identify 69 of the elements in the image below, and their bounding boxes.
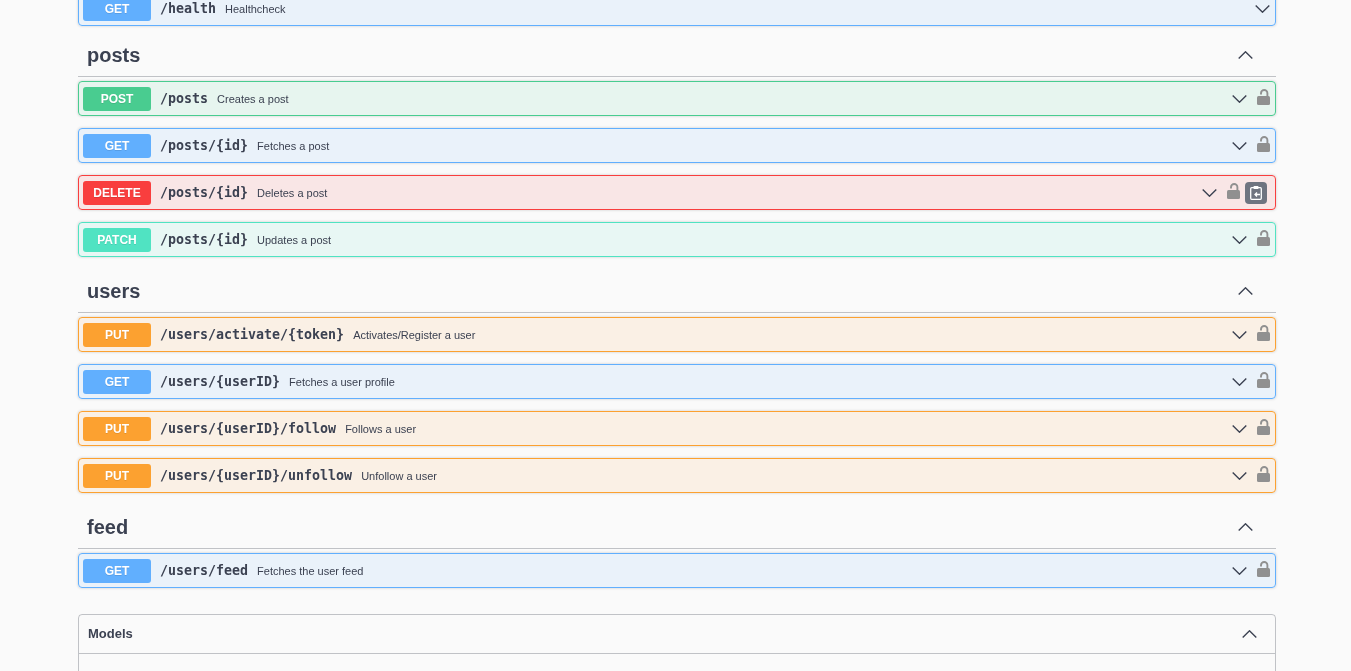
- endpoint-summary: Fetches a user profile: [289, 374, 395, 389]
- chevron-up-icon[interactable]: [1238, 522, 1253, 531]
- method-badge: GET: [83, 133, 151, 158]
- padlock-icon[interactable]: [1257, 229, 1270, 246]
- endpoint-summary: Unfollow a user: [361, 468, 437, 483]
- endpoint-path: /posts/{id}: [160, 184, 249, 201]
- models-title: Models: [88, 625, 133, 644]
- method-badge: POST: [83, 86, 151, 111]
- endpoint-row[interactable]: POST /posts Creates a post: [78, 81, 1276, 116]
- chevron-down-icon[interactable]: [1202, 188, 1217, 197]
- method-badge: DELETE: [83, 180, 151, 205]
- endpoint-row[interactable]: DELETE /posts/{id} Deletes a post: [78, 175, 1276, 210]
- endpoint-summary: Activates/Register a user: [353, 327, 476, 342]
- section-title: users: [87, 278, 141, 303]
- padlock-icon[interactable]: [1257, 371, 1270, 388]
- endpoint-summary: Deletes a post: [257, 185, 328, 200]
- padlock-icon[interactable]: [1257, 324, 1270, 341]
- method-badge: PUT: [83, 463, 151, 488]
- endpoint-path: /posts: [160, 90, 209, 107]
- endpoint-row[interactable]: PATCH /posts/{id} Updates a post: [78, 222, 1276, 257]
- endpoint-summary: Fetches a post: [257, 138, 330, 153]
- endpoint-summary: Follows a user: [345, 421, 417, 436]
- endpoint-summary: Creates a post: [217, 91, 289, 106]
- method-badge: PUT: [83, 416, 151, 441]
- endpoint-row[interactable]: GET /posts/{id} Fetches a post: [78, 128, 1276, 163]
- padlock-icon[interactable]: [1257, 88, 1270, 105]
- endpoint-row[interactable]: GET /users/feed Fetches the user feed: [78, 553, 1276, 588]
- chevron-up-icon[interactable]: [1242, 630, 1257, 638]
- chevron-down-icon[interactable]: [1232, 377, 1247, 386]
- endpoint-path: /users/{userID}: [160, 373, 281, 390]
- copy-button[interactable]: [1245, 181, 1267, 204]
- chevron-down-icon[interactable]: [1255, 4, 1270, 13]
- endpoint-path: /users/feed: [160, 562, 249, 579]
- endpoint-path: /posts/{id}: [160, 231, 249, 248]
- endpoint-summary: Fetches the user feed: [257, 563, 364, 578]
- padlock-icon[interactable]: [1257, 560, 1270, 577]
- clipboard-icon: [1250, 185, 1262, 200]
- section-title: feed: [87, 514, 129, 539]
- endpoint-path: /health: [160, 0, 217, 17]
- endpoint-row[interactable]: GET /health Healthcheck: [78, 0, 1276, 26]
- chevron-down-icon[interactable]: [1232, 424, 1247, 433]
- chevron-down-icon[interactable]: [1232, 235, 1247, 244]
- padlock-icon[interactable]: [1257, 465, 1270, 482]
- method-badge: GET: [83, 558, 151, 583]
- endpoint-row[interactable]: GET /users/{userID} Fetches a user profile: [78, 364, 1276, 399]
- chevron-up-icon[interactable]: [1238, 286, 1253, 295]
- endpoint-path: /posts/{id}: [160, 137, 249, 154]
- endpoint-path: /users/{userID}/unfollow: [160, 467, 353, 484]
- endpoint-row[interactable]: PUT /users/{userID}/follow Follows a user: [78, 411, 1276, 446]
- chevron-down-icon[interactable]: [1232, 566, 1247, 575]
- endpoint-path: /users/{userID}/follow: [160, 420, 337, 437]
- chevron-down-icon[interactable]: [1232, 330, 1247, 339]
- section-title: posts: [87, 42, 141, 67]
- method-badge: PUT: [83, 322, 151, 347]
- method-badge: PATCH: [83, 227, 151, 252]
- padlock-icon[interactable]: [1227, 182, 1240, 199]
- endpoint-summary: Updates a post: [257, 232, 332, 247]
- chevron-up-icon[interactable]: [1238, 50, 1253, 59]
- endpoint-row[interactable]: PUT /users/activate/{token} Activates/Register a user: [78, 317, 1276, 352]
- padlock-icon[interactable]: [1257, 135, 1270, 152]
- endpoint-path: /users/activate/{token}: [160, 326, 345, 343]
- chevron-down-icon[interactable]: [1232, 94, 1247, 103]
- endpoint-row[interactable]: PUT /users/{userID}/unfollow Unfollow a user: [78, 458, 1276, 493]
- chevron-down-icon[interactable]: [1232, 141, 1247, 150]
- padlock-icon[interactable]: [1257, 418, 1270, 435]
- chevron-down-icon[interactable]: [1232, 471, 1247, 480]
- method-badge: GET: [83, 0, 151, 21]
- endpoint-summary: Healthcheck: [225, 1, 286, 16]
- method-badge: GET: [83, 369, 151, 394]
